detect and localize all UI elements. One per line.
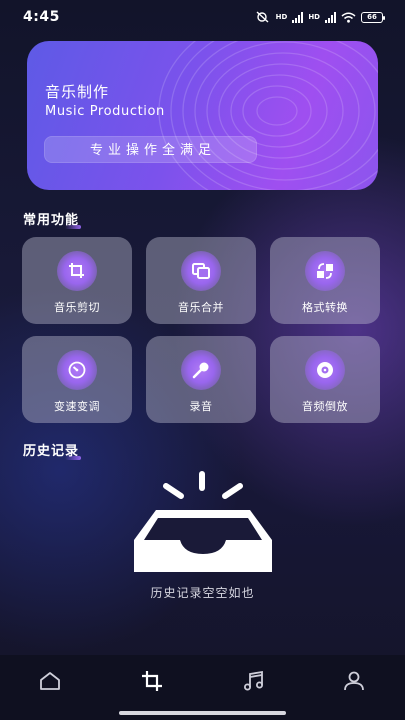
title-underline-decoration <box>65 225 82 229</box>
crop-icon <box>57 251 97 291</box>
history-section-title: 历史记录 <box>23 440 82 460</box>
speed-dial-icon <box>57 350 97 390</box>
mute-alarm-icon <box>255 11 271 23</box>
empty-inbox-icon <box>126 468 280 582</box>
status-bar: 4:45 HD HD 66 <box>0 0 405 34</box>
tile-label: 格式转换 <box>302 301 348 314</box>
music-production-banner[interactable]: 音乐制作 Music Production 专业操作全满足 <box>27 41 378 190</box>
banner-subtitle: Music Production <box>45 104 165 119</box>
nav-crop[interactable] <box>138 668 166 694</box>
nav-music[interactable] <box>240 668 268 694</box>
microphone-icon <box>181 350 221 390</box>
nav-profile[interactable] <box>340 668 368 694</box>
music-note-icon <box>244 670 263 691</box>
feature-speed-pitch[interactable]: 变速变调 <box>22 336 132 423</box>
feature-audio-reverse[interactable]: 音频倒放 <box>270 336 380 423</box>
feature-music-merge[interactable]: 音乐合并 <box>146 237 256 324</box>
signal-icon-2 <box>325 11 336 23</box>
feature-music-cut[interactable]: 音乐剪切 <box>22 237 132 324</box>
nav-home[interactable] <box>36 668 64 694</box>
tile-label: 变速变调 <box>54 400 100 413</box>
network-type-2: HD <box>308 12 320 21</box>
status-time: 4:45 <box>23 9 60 25</box>
user-icon <box>344 671 364 691</box>
banner-title: 音乐制作 <box>45 83 110 101</box>
signal-icon <box>292 11 304 23</box>
tile-label: 录音 <box>189 400 213 413</box>
feature-grid: 音乐剪切 音乐合并 格式转换 变速变调 录音 音频倒放 <box>22 237 380 423</box>
merge-icon <box>181 251 221 291</box>
reverse-disc-icon <box>305 350 345 390</box>
network-type-1: HD <box>275 12 288 21</box>
feature-format-convert[interactable]: 格式转换 <box>270 237 380 324</box>
feature-record[interactable]: 录音 <box>146 336 256 423</box>
tile-label: 音乐剪切 <box>54 301 100 314</box>
banner-tagline-pill: 专业操作全满足 <box>44 136 257 163</box>
title-underline-decoration <box>65 456 82 460</box>
empty-history-text: 历史记录空空如也 <box>150 586 255 600</box>
home-indicator[interactable] <box>119 711 286 715</box>
battery-indicator: 66 <box>361 11 385 23</box>
convert-icon <box>305 251 345 291</box>
home-icon <box>40 672 60 690</box>
status-icons: HD HD 66 <box>255 11 385 23</box>
tile-label: 音乐合并 <box>178 301 224 314</box>
crop-icon <box>142 671 162 691</box>
tile-label: 音频倒放 <box>302 400 348 413</box>
wifi-icon <box>341 12 356 23</box>
features-section-title: 常用功能 <box>23 209 82 229</box>
